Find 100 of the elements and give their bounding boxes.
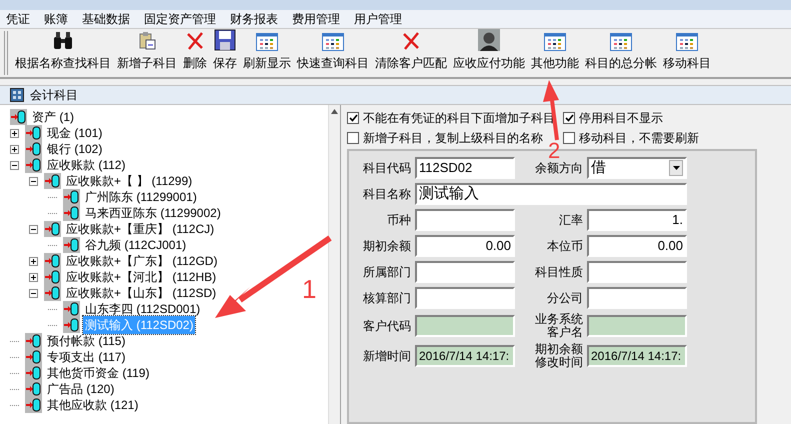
input-field[interactable]: 测试输入 <box>415 183 687 205</box>
cross-icon <box>401 31 421 51</box>
tree-item[interactable]: 广告品 (120) <box>45 380 116 398</box>
menu-item[interactable]: 用户管理 <box>354 10 402 28</box>
tree-item[interactable]: 应收账款 (112) <box>45 156 128 174</box>
binoculars-icon <box>52 31 74 51</box>
field-label: 期初余额修改时间 <box>534 343 583 369</box>
input-field[interactable] <box>415 209 515 231</box>
account-node-icon <box>63 205 80 221</box>
account-node-icon <box>44 285 61 301</box>
toolbar-button[interactable]: 清除客户匹配 <box>372 29 450 77</box>
tree-item[interactable]: 应收账款+【河北】 (112HB) <box>64 268 218 286</box>
input-field[interactable] <box>415 287 515 309</box>
account-node-icon <box>44 173 61 189</box>
window-grid-icon <box>256 33 278 51</box>
account-node-icon <box>25 157 42 173</box>
panel-title: 会计科目 <box>30 87 78 104</box>
toolbar-button[interactable]: 其他功能 <box>528 29 582 77</box>
readonly-field: 2016/7/14 14:17: <box>415 345 515 367</box>
menu-item[interactable]: 费用管理 <box>292 10 340 28</box>
window-icon <box>10 88 24 102</box>
expand-icon[interactable] <box>10 128 19 138</box>
tree-item[interactable]: 广州陈东 (11299001) <box>83 188 199 206</box>
field-label: 余额方向 <box>535 162 583 174</box>
field-label: 期初余额 <box>363 240 411 252</box>
toolbar-button[interactable]: 科目的总分帐 <box>582 29 660 77</box>
input-field[interactable]: 0.00 <box>587 235 687 257</box>
input-field[interactable]: 0.00 <box>415 235 515 257</box>
tree-item[interactable]: 银行 (102) <box>45 140 104 158</box>
toolbar-button[interactable]: 新增子科目 <box>114 29 180 77</box>
tree-item[interactable]: 其他应收款 (121) <box>45 396 140 414</box>
tree-item[interactable]: 应收账款+【重庆】 (112CJ) <box>64 220 216 238</box>
menu-item[interactable]: 基础数据 <box>82 10 130 28</box>
toolbar-button[interactable]: 应收应付功能 <box>450 29 528 77</box>
window-grid-icon <box>322 33 344 51</box>
dropdown[interactable]: 借 <box>587 157 687 179</box>
scrollbar[interactable] <box>328 105 340 424</box>
toolbar-button[interactable]: 刷新显示 <box>240 29 294 77</box>
toolbar-button[interactable]: 删除 <box>180 29 210 77</box>
tree-item[interactable]: 专项支出 (117) <box>45 348 128 366</box>
cross-icon <box>185 31 205 51</box>
input-field[interactable] <box>587 261 687 283</box>
tree-item[interactable]: 现金 (101) <box>45 124 104 142</box>
field-label: 科目代码 <box>363 162 411 174</box>
checkbox[interactable] <box>347 132 359 144</box>
tree-item[interactable]: 应收账款+【广东】 (112GD) <box>64 252 220 270</box>
expand-icon[interactable] <box>29 272 38 282</box>
tree-item[interactable]: 其他货币资金 (119) <box>45 364 152 382</box>
account-node-icon <box>25 125 42 141</box>
menu-item[interactable]: 固定资产管理 <box>144 10 216 28</box>
account-node-icon <box>25 333 42 349</box>
checkbox-label: 新增子科目，复制上级科目的名称 <box>363 130 543 147</box>
account-node-icon <box>10 109 27 125</box>
annotation-arrow <box>543 80 559 140</box>
checkbox[interactable] <box>347 112 359 124</box>
readonly-field: 2016/7/14 14:17: <box>587 345 687 367</box>
input-field[interactable] <box>415 261 515 283</box>
menu-item[interactable]: 财务报表 <box>230 10 278 28</box>
input-field[interactable]: 112SD02 <box>415 157 515 179</box>
window-grid-icon <box>610 33 632 51</box>
window-grid-icon <box>676 33 698 51</box>
menu-item[interactable]: 账簿 <box>44 10 68 28</box>
field-label: 新增时间 <box>363 350 411 362</box>
tree-item[interactable]: 应收账款+【 】 (11299) <box>64 172 194 190</box>
tree-item[interactable]: 山东李四 (112SD001) <box>83 300 202 318</box>
checkbox-label: 移动科目，不需要刷新 <box>579 130 699 147</box>
tree-item[interactable]: 应收账款+【山东】 (112SD) <box>64 284 218 302</box>
tree-item[interactable]: 资产 (1) <box>30 108 76 126</box>
window-grid-icon <box>544 33 566 51</box>
field-label: 科目性质 <box>535 266 583 278</box>
account-node-icon <box>44 253 61 269</box>
field-label: 汇率 <box>559 214 583 226</box>
collapse-icon[interactable] <box>29 288 38 298</box>
field-label: 本位币 <box>547 240 583 252</box>
collapse-icon[interactable] <box>29 176 38 186</box>
field-label: 分公司 <box>547 292 583 304</box>
toolbar-button[interactable]: 根据名称查找科目 <box>12 29 114 77</box>
toolbar-button[interactable]: 移动科目 <box>660 29 714 77</box>
tree-item[interactable]: 谷九频 (112CJ001) <box>83 236 188 254</box>
expand-icon[interactable] <box>10 144 19 154</box>
collapse-icon[interactable] <box>29 224 38 234</box>
toolbar-button[interactable]: 快速查询科目 <box>294 29 372 77</box>
tree-item[interactable]: 马来西亚陈东 (11299002) <box>83 204 223 222</box>
collapse-icon[interactable] <box>10 160 19 170</box>
expand-icon[interactable] <box>29 256 38 266</box>
input-field[interactable]: 1. <box>587 209 687 231</box>
field-label: 客户代码 <box>363 320 411 332</box>
annotation-number: 1 <box>302 276 316 302</box>
input-field[interactable] <box>587 287 687 309</box>
tree-item[interactable]: 预付帐款 (115) <box>45 332 128 350</box>
toolbar-button[interactable]: 保存 <box>210 29 240 77</box>
checkbox[interactable] <box>563 132 575 144</box>
scroll-up-icon[interactable] <box>331 109 338 114</box>
account-node-icon <box>63 301 80 317</box>
annotation-number: 2 <box>548 140 560 162</box>
field-label: 所属部门 <box>363 266 411 278</box>
checkbox-label: 停用科目不显示 <box>579 110 663 127</box>
menu-item[interactable]: 凭证 <box>6 10 30 28</box>
account-node-icon <box>44 221 61 237</box>
checkbox[interactable] <box>563 112 575 124</box>
